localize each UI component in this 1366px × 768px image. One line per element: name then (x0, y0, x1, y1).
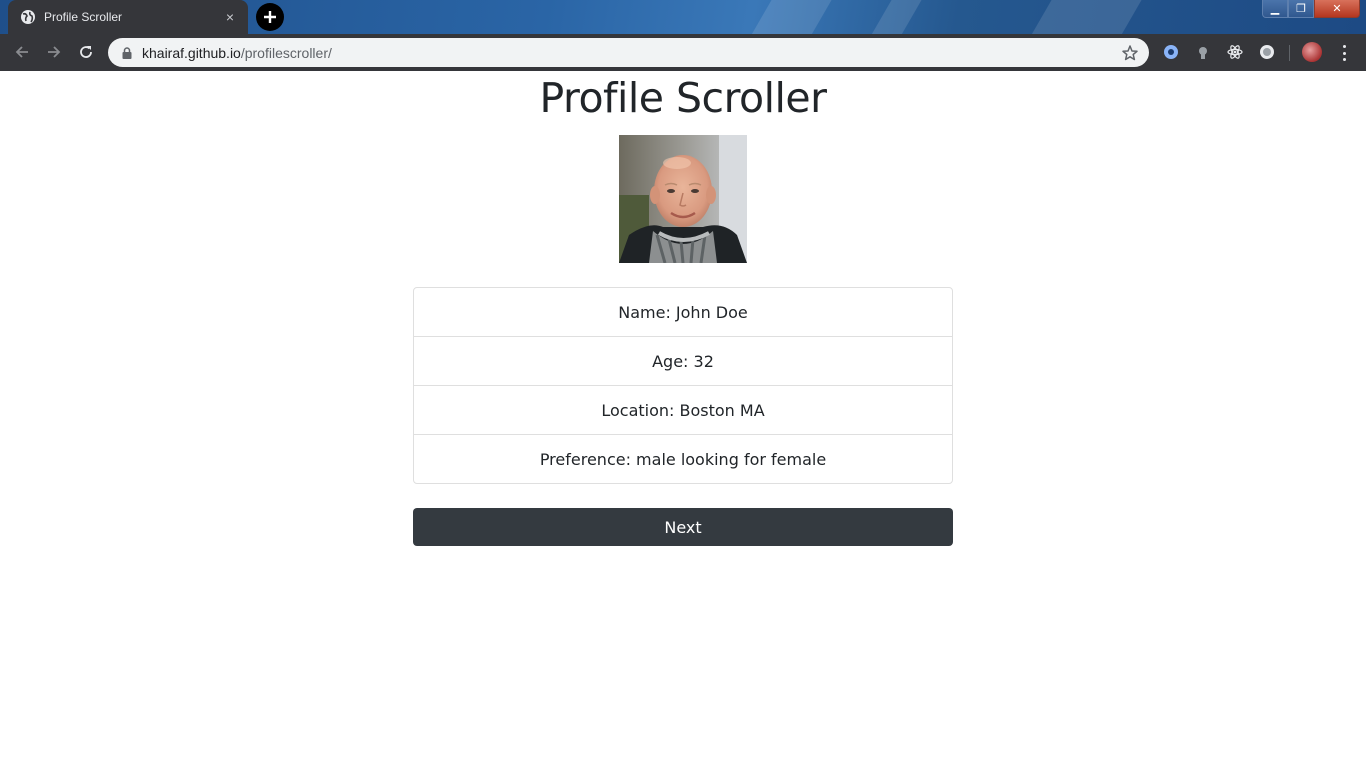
back-button[interactable] (6, 36, 38, 68)
page-content: Profile Scroller Name: John Doe Age: 32 … (0, 71, 1366, 768)
window-titlebar: Profile Scroller × ▁ ❐ ✕ (0, 0, 1366, 34)
reload-icon (80, 46, 92, 58)
list-item: Preference: male looking for female (539, 449, 827, 469)
plus-icon (264, 11, 276, 23)
url-path: /profilescroller/ (240, 44, 332, 61)
minimize-button[interactable]: ▁ (1262, 0, 1288, 18)
address-bar[interactable]: khairaf.github.io/profilescroller/ (108, 38, 1149, 67)
bookmark-star-icon[interactable] (1121, 44, 1139, 62)
list-item: Location: Boston MA (414, 386, 952, 435)
titlebar-decoration (736, 0, 844, 34)
browser-tab[interactable]: Profile Scroller × (8, 0, 248, 34)
maximize-button[interactable]: ❐ (1288, 0, 1314, 18)
reload-button[interactable] (70, 36, 102, 68)
close-window-button[interactable]: ✕ (1314, 0, 1360, 18)
tab-title: Profile Scroller (44, 10, 123, 24)
list-item: Name: John Doe (414, 288, 952, 337)
profile-avatar[interactable] (1302, 42, 1322, 62)
profile-photo-image (619, 135, 747, 263)
page-title: Profile Scroller (539, 74, 828, 122)
forward-button[interactable] (38, 36, 70, 68)
titlebar-decoration (856, 0, 934, 34)
extension-icon[interactable] (1194, 43, 1212, 61)
extension-circle-icon (1260, 45, 1274, 59)
url-text: khairaf.github.io/profilescroller/ (142, 45, 332, 61)
list-item: Age: 32 (414, 337, 952, 386)
menu-dot (1342, 51, 1346, 55)
extension-icon[interactable] (1162, 43, 1180, 61)
tab-close-icon[interactable]: × (222, 9, 238, 25)
extension-icon[interactable] (1258, 43, 1276, 61)
arrow-left-icon (15, 46, 28, 58)
extension-drop-icon (1164, 45, 1178, 59)
toolbar-separator (1289, 45, 1290, 61)
window-controls: ▁ ❐ ✕ (1262, 0, 1360, 18)
new-tab-button[interactable] (256, 3, 284, 31)
next-button[interactable]: Next (413, 508, 953, 546)
profile-photo (619, 135, 747, 263)
browser-menu-button[interactable] (1338, 43, 1350, 63)
profile-details-list: Name: John Doe Age: 32 Location: Boston … (413, 287, 953, 484)
extension-gear-icon (1199, 47, 1207, 59)
arrow-right-icon (48, 46, 61, 58)
lock-icon (122, 46, 132, 59)
react-icon (1227, 45, 1243, 59)
globe-icon (21, 10, 35, 24)
titlebar-decoration (1016, 0, 1154, 34)
browser-toolbar: khairaf.github.io/profilescroller/ (0, 34, 1366, 71)
menu-dot (1342, 45, 1346, 48)
menu-dot (1342, 58, 1346, 61)
url-domain: khairaf.github.io (142, 44, 241, 61)
extension-icon[interactable] (1226, 43, 1244, 61)
